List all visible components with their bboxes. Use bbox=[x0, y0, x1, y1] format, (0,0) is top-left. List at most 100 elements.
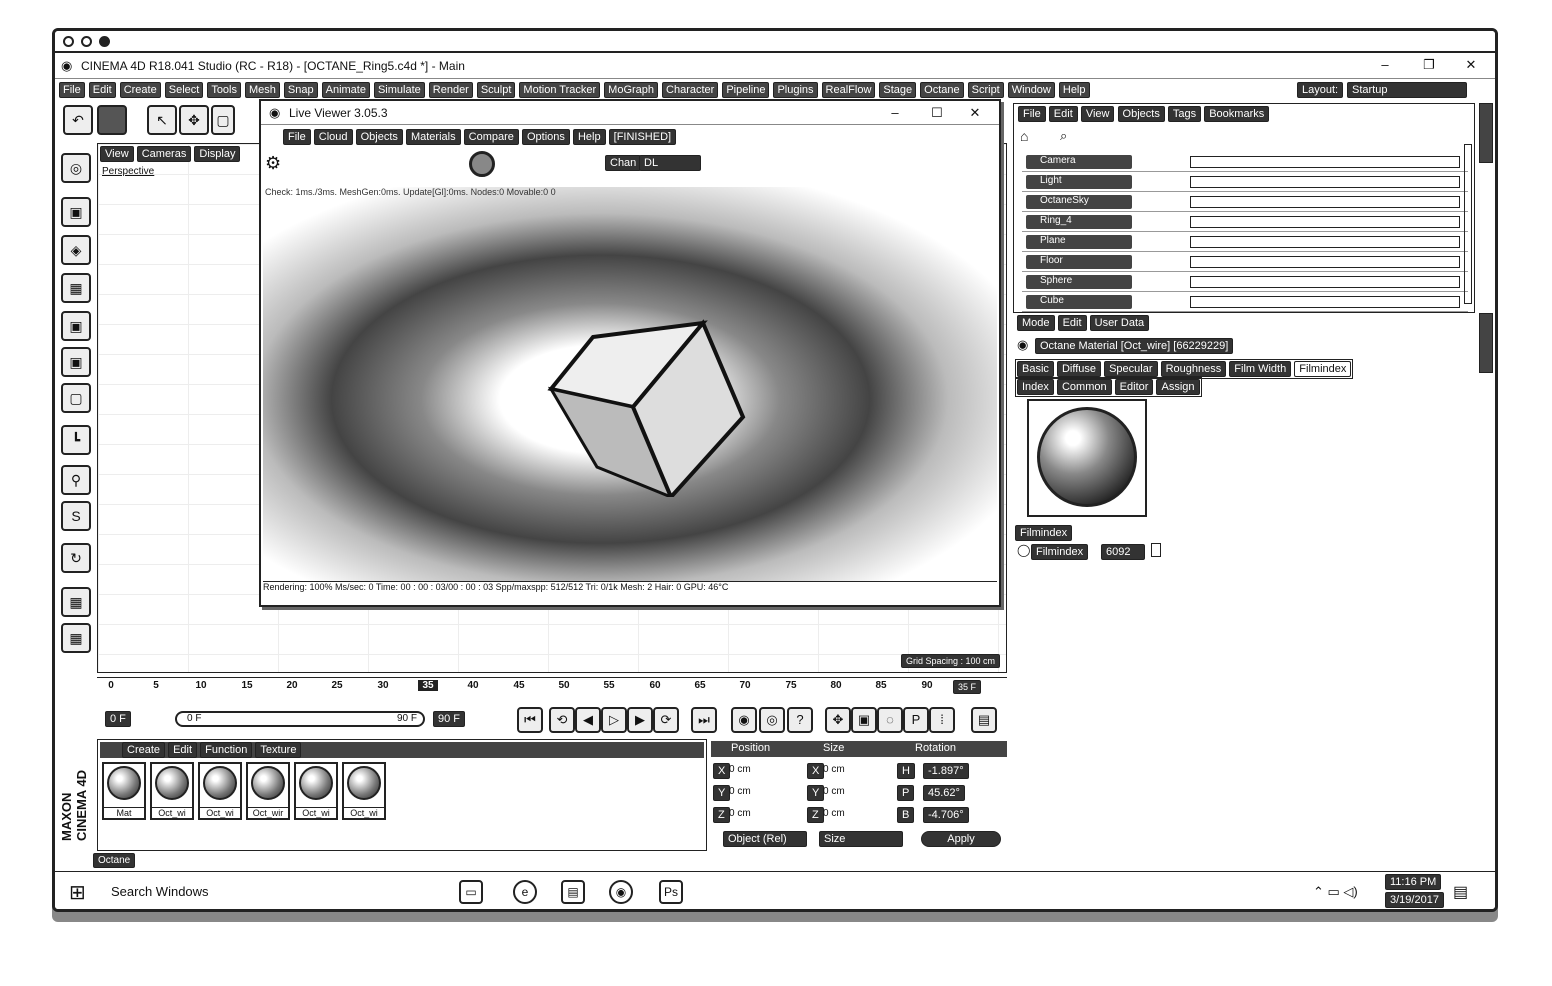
edges-tool-icon[interactable]: ▣ bbox=[61, 311, 91, 341]
object-manager-scrollbar[interactable] bbox=[1464, 144, 1472, 304]
object-row[interactable]: OctaneSky bbox=[1022, 192, 1468, 212]
mm-menu-create[interactable]: Create bbox=[122, 742, 166, 758]
attr-menu-edit[interactable]: Edit bbox=[1057, 315, 1087, 331]
mm-menu-texture[interactable]: Texture bbox=[255, 742, 302, 758]
rot-p-input[interactable]: 45.62° bbox=[923, 785, 965, 801]
tab-roughness[interactable]: Roughness bbox=[1160, 361, 1227, 377]
undo-icon[interactable]: ↶ bbox=[63, 105, 93, 135]
task-view-icon[interactable]: ▭ bbox=[459, 880, 483, 904]
menu-edit[interactable]: Edit bbox=[88, 82, 116, 98]
pos-x-input[interactable]: 0 cm bbox=[729, 764, 751, 775]
timeline-ruler[interactable]: 0 5 10 15 20 25 30 35 40 45 50 55 60 65 … bbox=[97, 677, 1007, 701]
menu-render[interactable]: Render bbox=[428, 82, 473, 98]
menu-help[interactable]: Help bbox=[1058, 82, 1090, 98]
om-menu-view[interactable]: View bbox=[1080, 106, 1115, 122]
cinema4d-taskbar-icon[interactable]: ◉ bbox=[609, 880, 633, 904]
object-row[interactable]: Sphere bbox=[1022, 272, 1468, 292]
next-key-button[interactable]: ⟳ bbox=[653, 707, 679, 733]
object-mode-icon[interactable]: ▢ bbox=[61, 383, 91, 413]
select-arrow-icon[interactable]: ↖ bbox=[147, 105, 177, 135]
coord-mode-select[interactable]: Object (Rel) bbox=[723, 831, 807, 847]
menu-file[interactable]: File bbox=[59, 82, 85, 98]
tab-specular[interactable]: Specular bbox=[1104, 361, 1158, 377]
lv-menu-file[interactable]: File bbox=[283, 129, 311, 145]
render-view[interactable]: Check: 1ms./3ms. MeshGen:0ms. Update[Gl]… bbox=[263, 187, 997, 595]
size-x-input[interactable]: 0 cm bbox=[823, 764, 845, 775]
material-swatch[interactable]: Oct_wir bbox=[246, 762, 290, 820]
workplane-icon[interactable]: ▦ bbox=[61, 587, 91, 617]
mm-menu-function[interactable]: Function bbox=[200, 742, 253, 758]
lv-menu-compare[interactable]: Compare bbox=[463, 129, 519, 145]
end-frame-field[interactable]: 90 F bbox=[433, 711, 466, 727]
search-windows-input[interactable]: Search Windows bbox=[111, 884, 209, 899]
coord-size-select[interactable]: Size bbox=[819, 831, 903, 847]
view-tool-icon[interactable]: ◎ bbox=[61, 153, 91, 183]
live-viewer-maximize[interactable]: ☐ bbox=[927, 105, 947, 121]
menu-pipeline[interactable]: Pipeline bbox=[722, 82, 770, 98]
search-icon[interactable]: ⌕ bbox=[1060, 128, 1067, 144]
tab-editor[interactable]: Editor bbox=[1114, 379, 1154, 395]
menu-mograph[interactable]: MoGraph bbox=[604, 82, 659, 98]
menu-script[interactable]: Script bbox=[967, 82, 1004, 98]
minimize-button[interactable]: – bbox=[1375, 57, 1395, 73]
apply-button[interactable]: Apply bbox=[921, 831, 1001, 847]
side-tab-objects[interactable] bbox=[1479, 103, 1493, 163]
menu-mesh[interactable]: Mesh bbox=[245, 82, 280, 98]
lock-tool-icon[interactable]: ⚲ bbox=[61, 465, 91, 495]
points-tool-icon[interactable]: ▣ bbox=[61, 347, 91, 377]
timeline-window-icon[interactable]: ▤ bbox=[971, 707, 997, 733]
filmindex-stepper[interactable] bbox=[1151, 543, 1161, 557]
play-button[interactable]: ▷ bbox=[601, 707, 627, 733]
key-rotation-icon[interactable]: ◌ bbox=[877, 707, 903, 733]
lv-menu-objects[interactable]: Objects bbox=[355, 129, 403, 145]
menu-window[interactable]: Window bbox=[1007, 82, 1055, 98]
material-swatch[interactable]: Mat bbox=[102, 762, 146, 820]
tab-assign[interactable]: Assign bbox=[1156, 379, 1200, 395]
key-parameter-icon[interactable]: P bbox=[903, 707, 929, 733]
close-dot[interactable] bbox=[63, 36, 74, 47]
prev-key-button[interactable]: ⟲ bbox=[549, 707, 575, 733]
frame-range-slider[interactable]: 0 F 90 F bbox=[175, 711, 425, 727]
menu-character[interactable]: Character bbox=[662, 82, 719, 98]
radio-icon[interactable]: ◯ bbox=[1017, 543, 1030, 557]
menu-animate[interactable]: Animate bbox=[321, 82, 370, 98]
material-swatch[interactable]: Oct_wi bbox=[342, 762, 386, 820]
notifications-icon[interactable]: ▤ bbox=[1453, 882, 1468, 902]
key-pla-icon[interactable]: ⁞ bbox=[929, 707, 955, 733]
menu-snap[interactable]: Snap bbox=[283, 82, 318, 98]
menu-stage[interactable]: Stage bbox=[879, 82, 917, 98]
object-row[interactable]: Cube bbox=[1022, 292, 1468, 312]
object-row[interactable]: Plane bbox=[1022, 232, 1468, 252]
start-frame-field[interactable]: 0 F bbox=[105, 711, 131, 727]
windows-start-icon[interactable]: ⊞ bbox=[69, 880, 86, 905]
move-icon[interactable]: ✥ bbox=[179, 105, 209, 135]
redo-icon[interactable] bbox=[97, 105, 127, 135]
tab-index[interactable]: Index bbox=[1017, 379, 1054, 395]
menu-sculpt[interactable]: Sculpt bbox=[476, 82, 516, 98]
next-frame-button[interactable]: ▶ bbox=[627, 707, 653, 733]
tab-common[interactable]: Common bbox=[1056, 379, 1112, 395]
gear-icon[interactable]: ⚙ bbox=[265, 153, 281, 174]
floor-grid-icon[interactable]: ▦ bbox=[61, 623, 91, 653]
cube-tool-icon[interactable]: ▣ bbox=[61, 197, 91, 227]
menu-simulate[interactable]: Simulate bbox=[373, 82, 425, 98]
tab-film-width[interactable]: Film Width bbox=[1229, 361, 1292, 377]
object-row[interactable]: Camera bbox=[1022, 152, 1468, 172]
object-row[interactable]: Floor bbox=[1022, 252, 1468, 272]
object-row[interactable]: Light bbox=[1022, 172, 1468, 192]
axis-tool-icon[interactable]: ┗ bbox=[61, 425, 91, 455]
file-explorer-icon[interactable]: ▤ bbox=[561, 880, 585, 904]
timeline-playhead[interactable]: 35 bbox=[418, 680, 438, 691]
keyframe-selection-icon[interactable]: ? bbox=[787, 707, 813, 733]
rotate-tool-icon[interactable]: ↻ bbox=[61, 543, 91, 573]
menu-octane[interactable]: Octane bbox=[920, 82, 964, 98]
om-menu-file[interactable]: File bbox=[1018, 106, 1046, 122]
rot-h-input[interactable]: -1.897° bbox=[923, 763, 969, 779]
lv-menu-options[interactable]: Options bbox=[521, 129, 570, 145]
size-z-input[interactable]: 0 cm bbox=[823, 808, 845, 819]
record-keys-icon[interactable]: ◉ bbox=[731, 707, 757, 733]
lv-menu-cloud[interactable]: Cloud bbox=[313, 129, 353, 145]
menu-create[interactable]: Create bbox=[119, 82, 161, 98]
photoshop-icon[interactable]: Ps bbox=[659, 880, 683, 904]
om-menu-bookmarks[interactable]: Bookmarks bbox=[1204, 106, 1270, 122]
